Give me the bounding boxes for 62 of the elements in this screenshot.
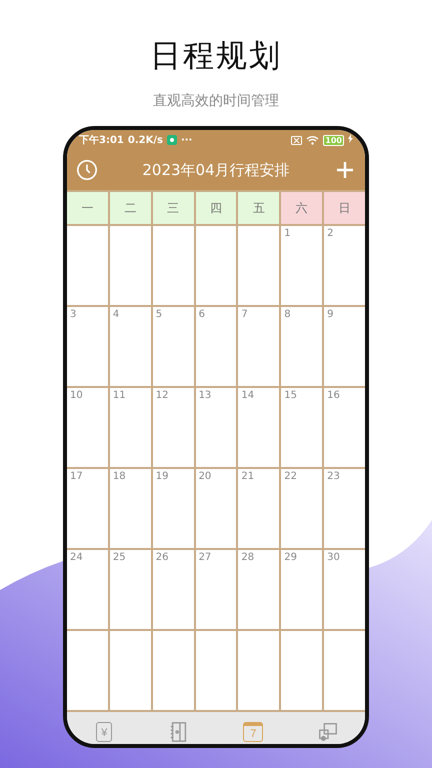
day-cell[interactable]: 12 — [152, 388, 194, 467]
network-speed: 0.2K/s — [128, 134, 163, 146]
day-cell[interactable]: 3 — [67, 307, 108, 386]
day-cell[interactable]: 6 — [196, 307, 236, 386]
empty-day-cell[interactable] — [152, 226, 194, 305]
empty-day-cell[interactable] — [196, 631, 236, 710]
day-cell[interactable]: 4 — [110, 307, 151, 386]
day-cell[interactable]: 8 — [281, 307, 322, 386]
empty-day-cell[interactable] — [110, 631, 151, 710]
more-dots: ··· — [180, 134, 192, 146]
day-cell[interactable]: 16 — [324, 388, 365, 467]
day-cell[interactable]: 21 — [238, 469, 280, 548]
day-cell[interactable]: 26 — [152, 550, 194, 629]
day-cell[interactable]: 24 — [67, 550, 108, 629]
headline: 日程规划 — [150, 37, 282, 76]
day-cell[interactable]: 14 — [238, 388, 280, 467]
history-button[interactable] — [75, 158, 99, 182]
day-cell[interactable]: 1 — [281, 226, 322, 305]
day-cell[interactable]: 15 — [281, 388, 322, 467]
empty-day-cell[interactable] — [324, 631, 365, 710]
empty-day-cell[interactable] — [281, 631, 322, 710]
weekday-header: 五 — [238, 192, 280, 224]
computer-tab[interactable] — [316, 720, 339, 744]
day-cell[interactable]: 11 — [110, 388, 151, 467]
empty-day-cell[interactable] — [196, 226, 236, 305]
day-cell[interactable]: 7 — [238, 307, 280, 386]
day-cell[interactable]: 2 — [324, 226, 365, 305]
day-cell[interactable]: 29 — [281, 550, 322, 629]
empty-day-cell[interactable] — [67, 226, 108, 305]
day-cell[interactable]: 10 — [67, 388, 108, 467]
day-cell[interactable]: 9 — [324, 307, 365, 386]
empty-day-cell[interactable] — [152, 631, 194, 710]
empty-day-cell[interactable] — [238, 226, 280, 305]
day-cell[interactable]: 13 — [196, 388, 236, 467]
subtitle: 直观高效的时间管理 — [153, 92, 279, 110]
calendar-title: 2023年04月行程安排 — [142, 160, 290, 180]
day-cell[interactable]: 28 — [238, 550, 280, 629]
day-cell[interactable]: 20 — [196, 469, 236, 548]
empty-day-cell[interactable] — [238, 631, 280, 710]
calendar-tab[interactable]: 7 — [242, 720, 264, 744]
weekday-header: 二 — [110, 192, 151, 224]
day-cell[interactable]: 19 — [152, 469, 194, 548]
wifi-icon — [306, 135, 320, 145]
shield-icon — [166, 135, 177, 145]
weekday-header: 一 — [67, 192, 108, 224]
weekday-header: 三 — [152, 192, 194, 224]
day-cell[interactable]: 22 — [281, 469, 322, 548]
empty-day-cell[interactable] — [67, 631, 108, 710]
day-cell[interactable]: 30 — [324, 550, 365, 629]
day-cell[interactable]: 23 — [324, 469, 365, 548]
day-cell[interactable]: 5 — [152, 307, 194, 386]
sim-icon — [291, 136, 302, 144]
weekday-header: 日 — [324, 192, 365, 224]
weekday-header: 六 — [281, 192, 322, 224]
weekday-header: 四 — [196, 192, 236, 224]
day-cell[interactable]: 17 — [67, 469, 108, 548]
day-cell[interactable]: 18 — [110, 469, 151, 548]
day-cell[interactable]: 25 — [110, 550, 151, 629]
day-cell[interactable]: 27 — [196, 550, 236, 629]
status-time: 下午3:01 — [79, 134, 124, 147]
battery-level: 100 — [323, 134, 344, 146]
empty-day-cell[interactable] — [110, 226, 151, 305]
